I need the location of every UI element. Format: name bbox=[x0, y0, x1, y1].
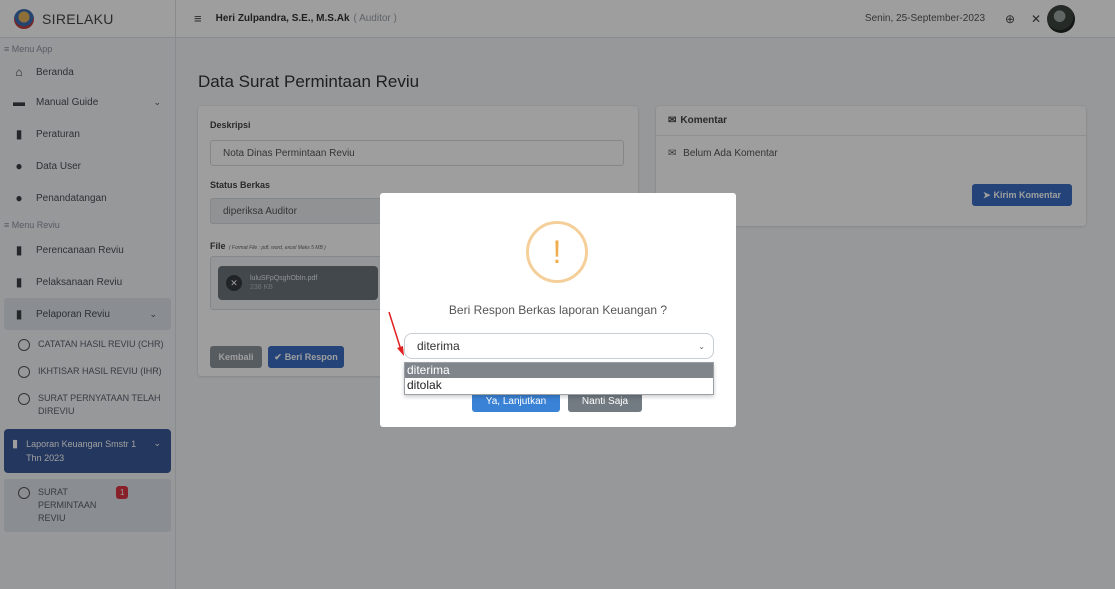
annotation-arrow-icon bbox=[388, 311, 404, 356]
response-dropdown: diterima ditolak bbox=[404, 362, 714, 395]
response-select-value: diterima bbox=[417, 339, 460, 353]
warning-icon: ! bbox=[526, 221, 588, 283]
modal-title: Beri Respon Berkas laporan Keuangan ? bbox=[448, 303, 668, 317]
dropdown-option[interactable]: ditolak bbox=[405, 378, 713, 393]
confirm-modal: ! Beri Respon Berkas laporan Keuangan ? … bbox=[380, 193, 736, 427]
response-select[interactable]: diterima ⌄ bbox=[404, 333, 714, 359]
chevron-down-icon: ⌄ bbox=[698, 341, 705, 351]
dropdown-option[interactable]: diterima bbox=[405, 363, 713, 378]
